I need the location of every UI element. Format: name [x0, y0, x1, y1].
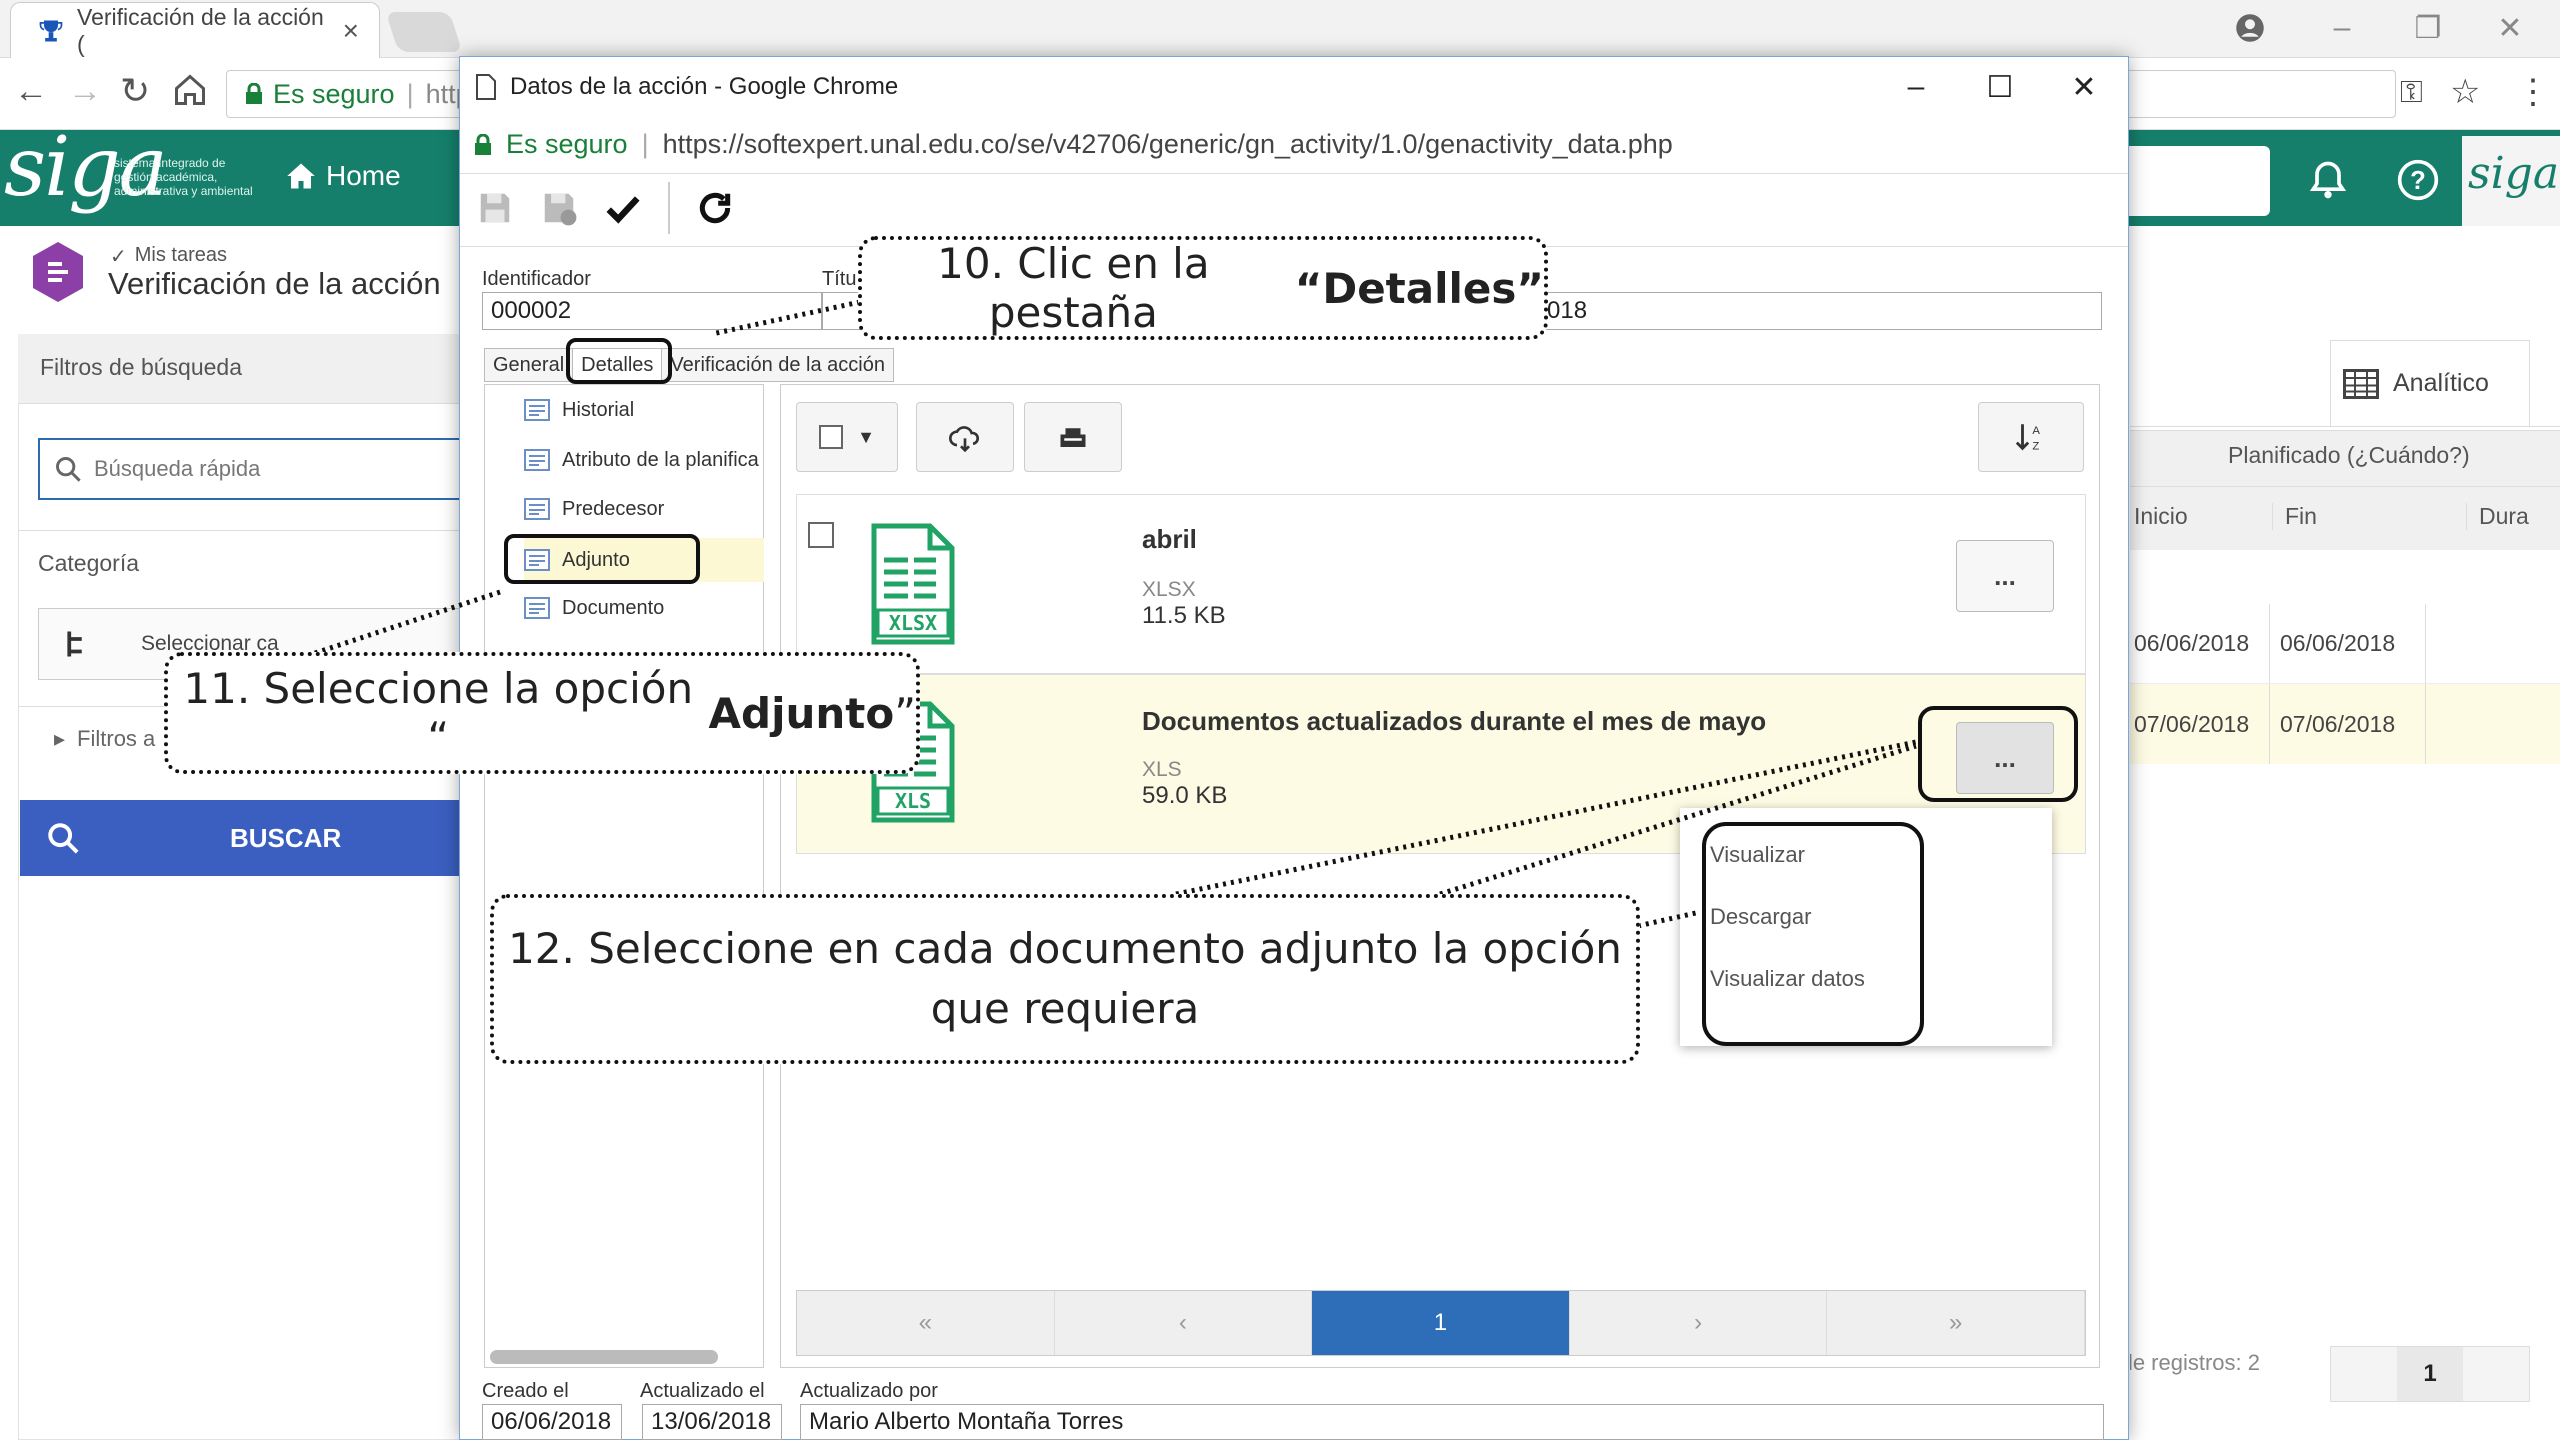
callout-step-10: 10. Clic en la pestaña “Detalles” [858, 236, 1548, 340]
callout-step-12: 12. Seleccione en cada documento adjunto… [490, 894, 1640, 1064]
callout-step-11: 11. Seleccione la opción “ Adjunto” [164, 652, 920, 774]
callout-11-suffix: ” [894, 688, 916, 738]
callout-10-emphasis: “Detalles” [1294, 263, 1544, 313]
callout-11-emphasis: Adjunto [708, 688, 895, 738]
callout-10-text: 10. Clic en la pestaña [937, 239, 1210, 337]
callout-11-text: 11. Seleccione la opción “ [183, 664, 694, 762]
callout-12-line1: 12. Seleccione en cada documento adjunto… [508, 924, 1622, 973]
callout-12-line2: que requiera [930, 984, 1200, 1033]
